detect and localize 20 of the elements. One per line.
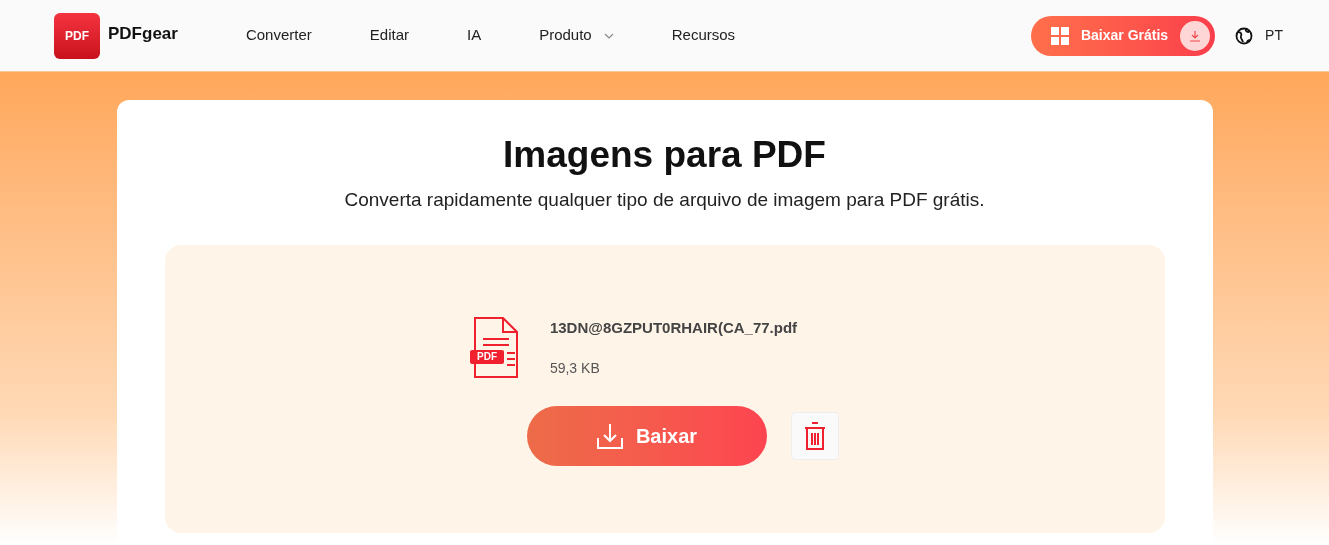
logo-mark: PDF [65, 27, 89, 45]
trash-icon [803, 422, 826, 451]
nav-link[interactable]: Produto [539, 24, 614, 47]
delete-button[interactable] [790, 412, 839, 461]
nav-link[interactable]: Recursos [671, 24, 736, 47]
nav-link[interactable]: IA [466, 24, 482, 47]
download-icon [595, 422, 624, 451]
page-title: Imagens para PDF [503, 133, 826, 177]
globe-icon[interactable] [1235, 26, 1254, 45]
page-subtitle: Converta rapidamente qualquer tipo de arquivo de imagem para PDF grátis. [344, 188, 985, 213]
brand-name[interactable]: PDFgear [108, 20, 178, 47]
nav-link[interactable]: Editar [369, 24, 409, 47]
file-name: 13DN@8GZPUT0RHAIR(CA_77.pdf [549, 317, 798, 338]
language-selector[interactable]: PT [1265, 25, 1283, 46]
chevron-down-icon [603, 32, 614, 39]
windows-icon [1050, 26, 1069, 45]
file-size: 59,3 KB [549, 359, 601, 379]
download-icon [1180, 20, 1211, 51]
logo-icon[interactable]: PDF [54, 12, 100, 59]
nav-link[interactable]: Converter [245, 24, 312, 47]
